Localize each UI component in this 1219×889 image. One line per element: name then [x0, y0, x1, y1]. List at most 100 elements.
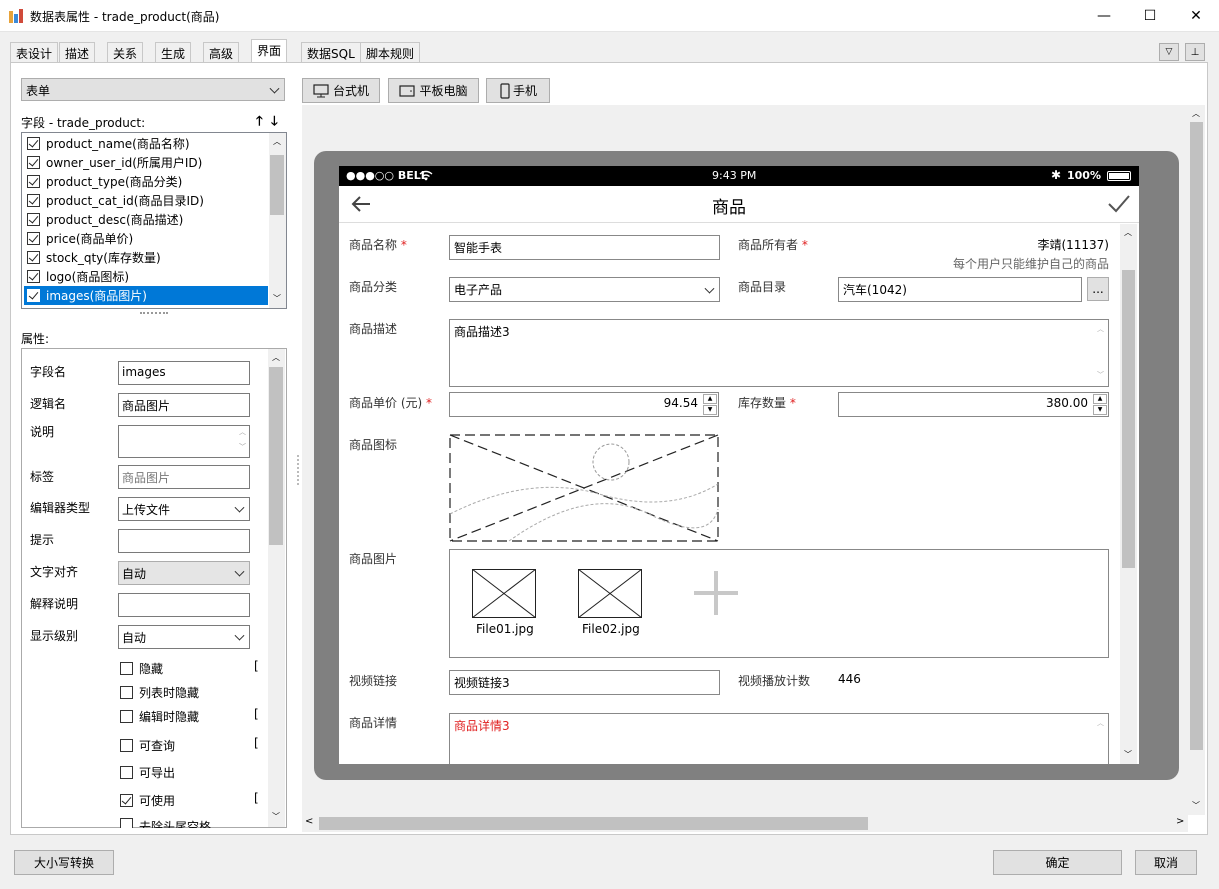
confirm-check-icon[interactable] [1107, 194, 1131, 214]
desktop-button[interactable]: 台式机 [302, 78, 380, 103]
checkbox[interactable] [27, 194, 40, 207]
back-arrow-icon[interactable] [350, 195, 372, 213]
property-scrollbar[interactable]: ︿ ﹀ [268, 349, 285, 827]
scroll-up-icon[interactable]: ︿ [273, 136, 281, 147]
vertical-splitter[interactable] [297, 455, 299, 485]
stock-input[interactable]: 380.00 ▲ ▼ [838, 392, 1109, 417]
scroll-up-icon[interactable]: ︿ [1124, 227, 1132, 238]
price-input[interactable]: 94.54 ▲ ▼ [449, 392, 719, 417]
hidden-checkbox[interactable]: 隐藏 [118, 660, 163, 677]
minimize-button[interactable]: — [1081, 0, 1127, 32]
editor-type-label: 编辑器类型 [30, 501, 91, 515]
splitter-handle[interactable] [140, 312, 168, 314]
add-image-plus-icon[interactable] [694, 571, 738, 615]
spin-up-icon[interactable]: ▲ [703, 394, 717, 404]
desc-textarea[interactable]: ︿ ﹀ [118, 425, 250, 458]
hint-input[interactable] [118, 529, 250, 553]
product-name-input[interactable]: 智能手表 [449, 235, 720, 260]
scroll-thumb[interactable] [269, 367, 283, 545]
checkbox[interactable] [27, 213, 40, 226]
field-name-input[interactable]: images [118, 361, 250, 385]
image-thumbnail-icon[interactable] [472, 569, 536, 618]
images-upload-area[interactable]: File01.jpg File02.jpg [449, 549, 1109, 658]
mobile-button[interactable]: 手机 [486, 78, 550, 103]
scroll-thumb[interactable] [270, 155, 284, 215]
list-item[interactable]: owner_user_id(所属用户ID) [24, 153, 268, 172]
form-type-select[interactable]: 表单 [21, 78, 285, 101]
scroll-thumb[interactable] [1122, 270, 1135, 568]
scroll-down-icon[interactable]: ﹀ [1124, 749, 1132, 760]
exportable-checkbox[interactable]: 可导出 [118, 764, 175, 781]
list-item[interactable]: product_cat_id(商品目录ID) [24, 191, 268, 210]
case-convert-button[interactable]: 大小写转换 [14, 850, 114, 875]
scroll-left-icon[interactable]: < [305, 816, 313, 827]
checkbox[interactable] [27, 156, 40, 169]
close-button[interactable]: ✕ [1173, 0, 1219, 32]
checkbox[interactable] [27, 137, 40, 150]
spin-down-icon[interactable]: ▼ [703, 405, 717, 415]
display-level-select[interactable]: 自动 [118, 625, 250, 649]
spin-down-icon[interactable]: ▼ [1093, 405, 1107, 415]
tab-data-sql[interactable]: 数据SQL [301, 42, 361, 62]
preview-vscrollbar[interactable]: ︿ ﹀ [1188, 105, 1205, 815]
scroll-down-icon[interactable]: ﹀ [272, 811, 280, 822]
scroll-up-icon[interactable]: ︿ [272, 352, 280, 363]
list-hidden-checkbox[interactable]: 列表时隐藏 [118, 684, 199, 701]
list-item[interactable]: product_type(商品分类) [24, 172, 268, 191]
checkbox[interactable] [27, 270, 40, 283]
tab-description[interactable]: 描述 [59, 42, 96, 62]
editor-type-select[interactable]: 上传文件 [118, 497, 250, 521]
tab-table-design[interactable]: 表设计 [10, 42, 59, 62]
video-link-input[interactable]: 视频链接3 [449, 670, 720, 695]
preview-hscrollbar[interactable]: < > [302, 815, 1188, 832]
cancel-button[interactable]: 取消 [1135, 850, 1197, 875]
scroll-thumb[interactable] [319, 817, 868, 830]
tab-ui[interactable]: 界面 [251, 39, 288, 63]
hint-label: 提示 [30, 533, 55, 547]
collapse-button[interactable]: ▽ [1159, 43, 1179, 61]
enabled-checkbox[interactable]: 可使用 [118, 792, 175, 809]
maximize-button[interactable]: ☐ [1127, 0, 1173, 32]
spin-up-icon[interactable]: ▲ [1093, 394, 1107, 404]
screen-scrollbar[interactable]: ︿ ﹀ [1120, 224, 1137, 764]
image-thumbnail-icon[interactable] [578, 569, 642, 618]
tab-script-rules[interactable]: 脚本规则 [360, 42, 421, 62]
product-desc-textarea[interactable]: 商品描述3 ︿ ﹀ [449, 319, 1109, 387]
catalog-input[interactable]: 汽车(1042) [838, 277, 1082, 302]
scroll-down-icon[interactable]: ﹀ [273, 293, 281, 304]
tab-generate[interactable]: 生成 [155, 42, 192, 62]
ok-button[interactable]: 确定 [993, 850, 1122, 875]
list-item[interactable]: logo(商品图标) [24, 267, 268, 286]
move-up-icon[interactable]: 🡑 [256, 112, 263, 134]
logo-image-placeholder[interactable] [449, 434, 719, 542]
scroll-up-icon[interactable]: ︿ [1192, 108, 1200, 119]
list-item[interactable]: product_desc(商品描述) [24, 210, 268, 229]
checkbox[interactable] [27, 175, 40, 188]
tab-advanced[interactable]: 高级 [203, 42, 240, 62]
list-item-selected[interactable]: images(商品图片) [24, 286, 268, 305]
logic-name-input[interactable]: 商品图片 [118, 393, 250, 417]
move-down-icon[interactable]: 🡓 [271, 112, 278, 134]
edit-hidden-checkbox[interactable]: 编辑时隐藏 [118, 708, 199, 725]
field-list-scrollbar[interactable]: ︿ ﹀ [269, 133, 286, 308]
checkbox[interactable] [27, 251, 40, 264]
list-item[interactable]: product_name(商品名称) [24, 134, 268, 153]
trim-checkbox[interactable]: 去除头尾空格 [118, 818, 211, 828]
checkbox[interactable] [27, 232, 40, 245]
checkbox[interactable] [27, 289, 40, 302]
pin-button[interactable]: ⊥ [1185, 43, 1205, 61]
tab-relations[interactable]: 关系 [107, 42, 144, 62]
tablet-button[interactable]: 平板电脑 [388, 78, 479, 103]
list-item[interactable]: stock_qty(库存数量) [24, 248, 268, 267]
tag-input[interactable]: 商品图片 [118, 465, 250, 489]
scroll-thumb[interactable] [1190, 122, 1203, 750]
detail-editor[interactable]: 商品详情3 ︿ [449, 713, 1109, 764]
searchable-checkbox[interactable]: 可查询 [118, 737, 175, 754]
product-type-select[interactable]: 电子产品 [449, 277, 720, 302]
scroll-down-icon[interactable]: ﹀ [1192, 800, 1200, 811]
catalog-browse-button[interactable]: ... [1087, 277, 1109, 301]
list-item[interactable]: price(商品单价) [24, 229, 268, 248]
explain-input[interactable] [118, 593, 250, 617]
text-align-select[interactable]: 自动 [118, 561, 250, 585]
scroll-right-icon[interactable]: > [1176, 816, 1184, 827]
